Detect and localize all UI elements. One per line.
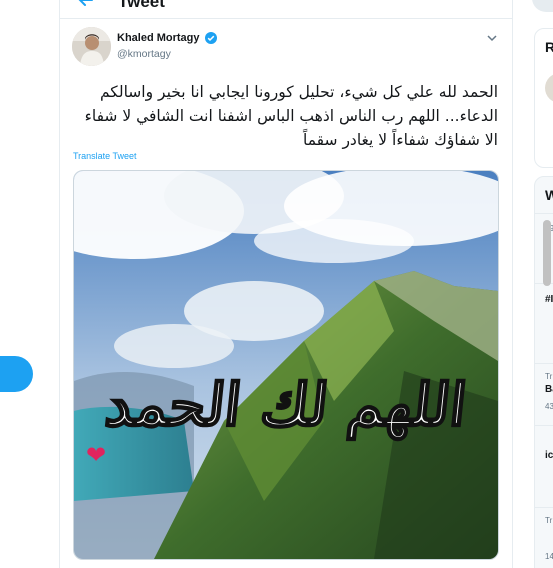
compose-tweet-button[interactable] bbox=[0, 356, 33, 392]
trend-item[interactable]: Tr Ba 43 bbox=[535, 363, 553, 426]
image-caption: اللهم لك الحمد bbox=[101, 370, 471, 441]
author-name[interactable]: Khaled Mortagy bbox=[117, 32, 200, 44]
avatar[interactable] bbox=[545, 73, 553, 103]
trend-item[interactable]: Tr 14 bbox=[535, 507, 553, 568]
trend-name: Ba bbox=[545, 384, 553, 395]
main-column: Tweet Khaled Mortagy @kmortagy الحمد لله… bbox=[59, 0, 513, 568]
card-title: W bbox=[545, 187, 553, 203]
trend-item[interactable]: #I bbox=[535, 283, 553, 364]
mountain-photo bbox=[74, 171, 498, 559]
trend-count: 43 bbox=[545, 402, 553, 411]
trend-meta: Tr bbox=[545, 516, 553, 525]
arrow-left-icon[interactable] bbox=[76, 0, 96, 10]
tweet-text: الحمد لله علي كل شيء، تحليل كورونا ايجاب… bbox=[84, 83, 498, 149]
trend-item[interactable]: ic bbox=[535, 425, 553, 508]
chevron-down-icon[interactable] bbox=[486, 33, 498, 43]
card-title: R bbox=[545, 39, 553, 55]
trend-count: 14 bbox=[545, 552, 553, 561]
translate-tweet-link[interactable]: Translate Tweet bbox=[73, 151, 137, 161]
tweet-image[interactable]: اللهم لك الحمد ❤ bbox=[73, 170, 499, 560]
trend-name: #I bbox=[545, 294, 553, 305]
trend-meta: Tr bbox=[545, 372, 553, 381]
scrollbar[interactable] bbox=[543, 220, 551, 286]
left-navigation bbox=[0, 0, 60, 568]
avatar[interactable] bbox=[72, 27, 111, 66]
author-handle[interactable]: @kmortagy bbox=[117, 48, 171, 60]
heart-emoji-icon: ❤ bbox=[86, 442, 107, 469]
page-title: Tweet bbox=[118, 0, 165, 11]
page-header: Tweet bbox=[60, 0, 512, 19]
verified-badge-icon bbox=[205, 32, 217, 44]
search-input[interactable] bbox=[532, 0, 553, 12]
relevant-people-card: R bbox=[534, 28, 553, 168]
trend-name: ic bbox=[545, 450, 553, 461]
